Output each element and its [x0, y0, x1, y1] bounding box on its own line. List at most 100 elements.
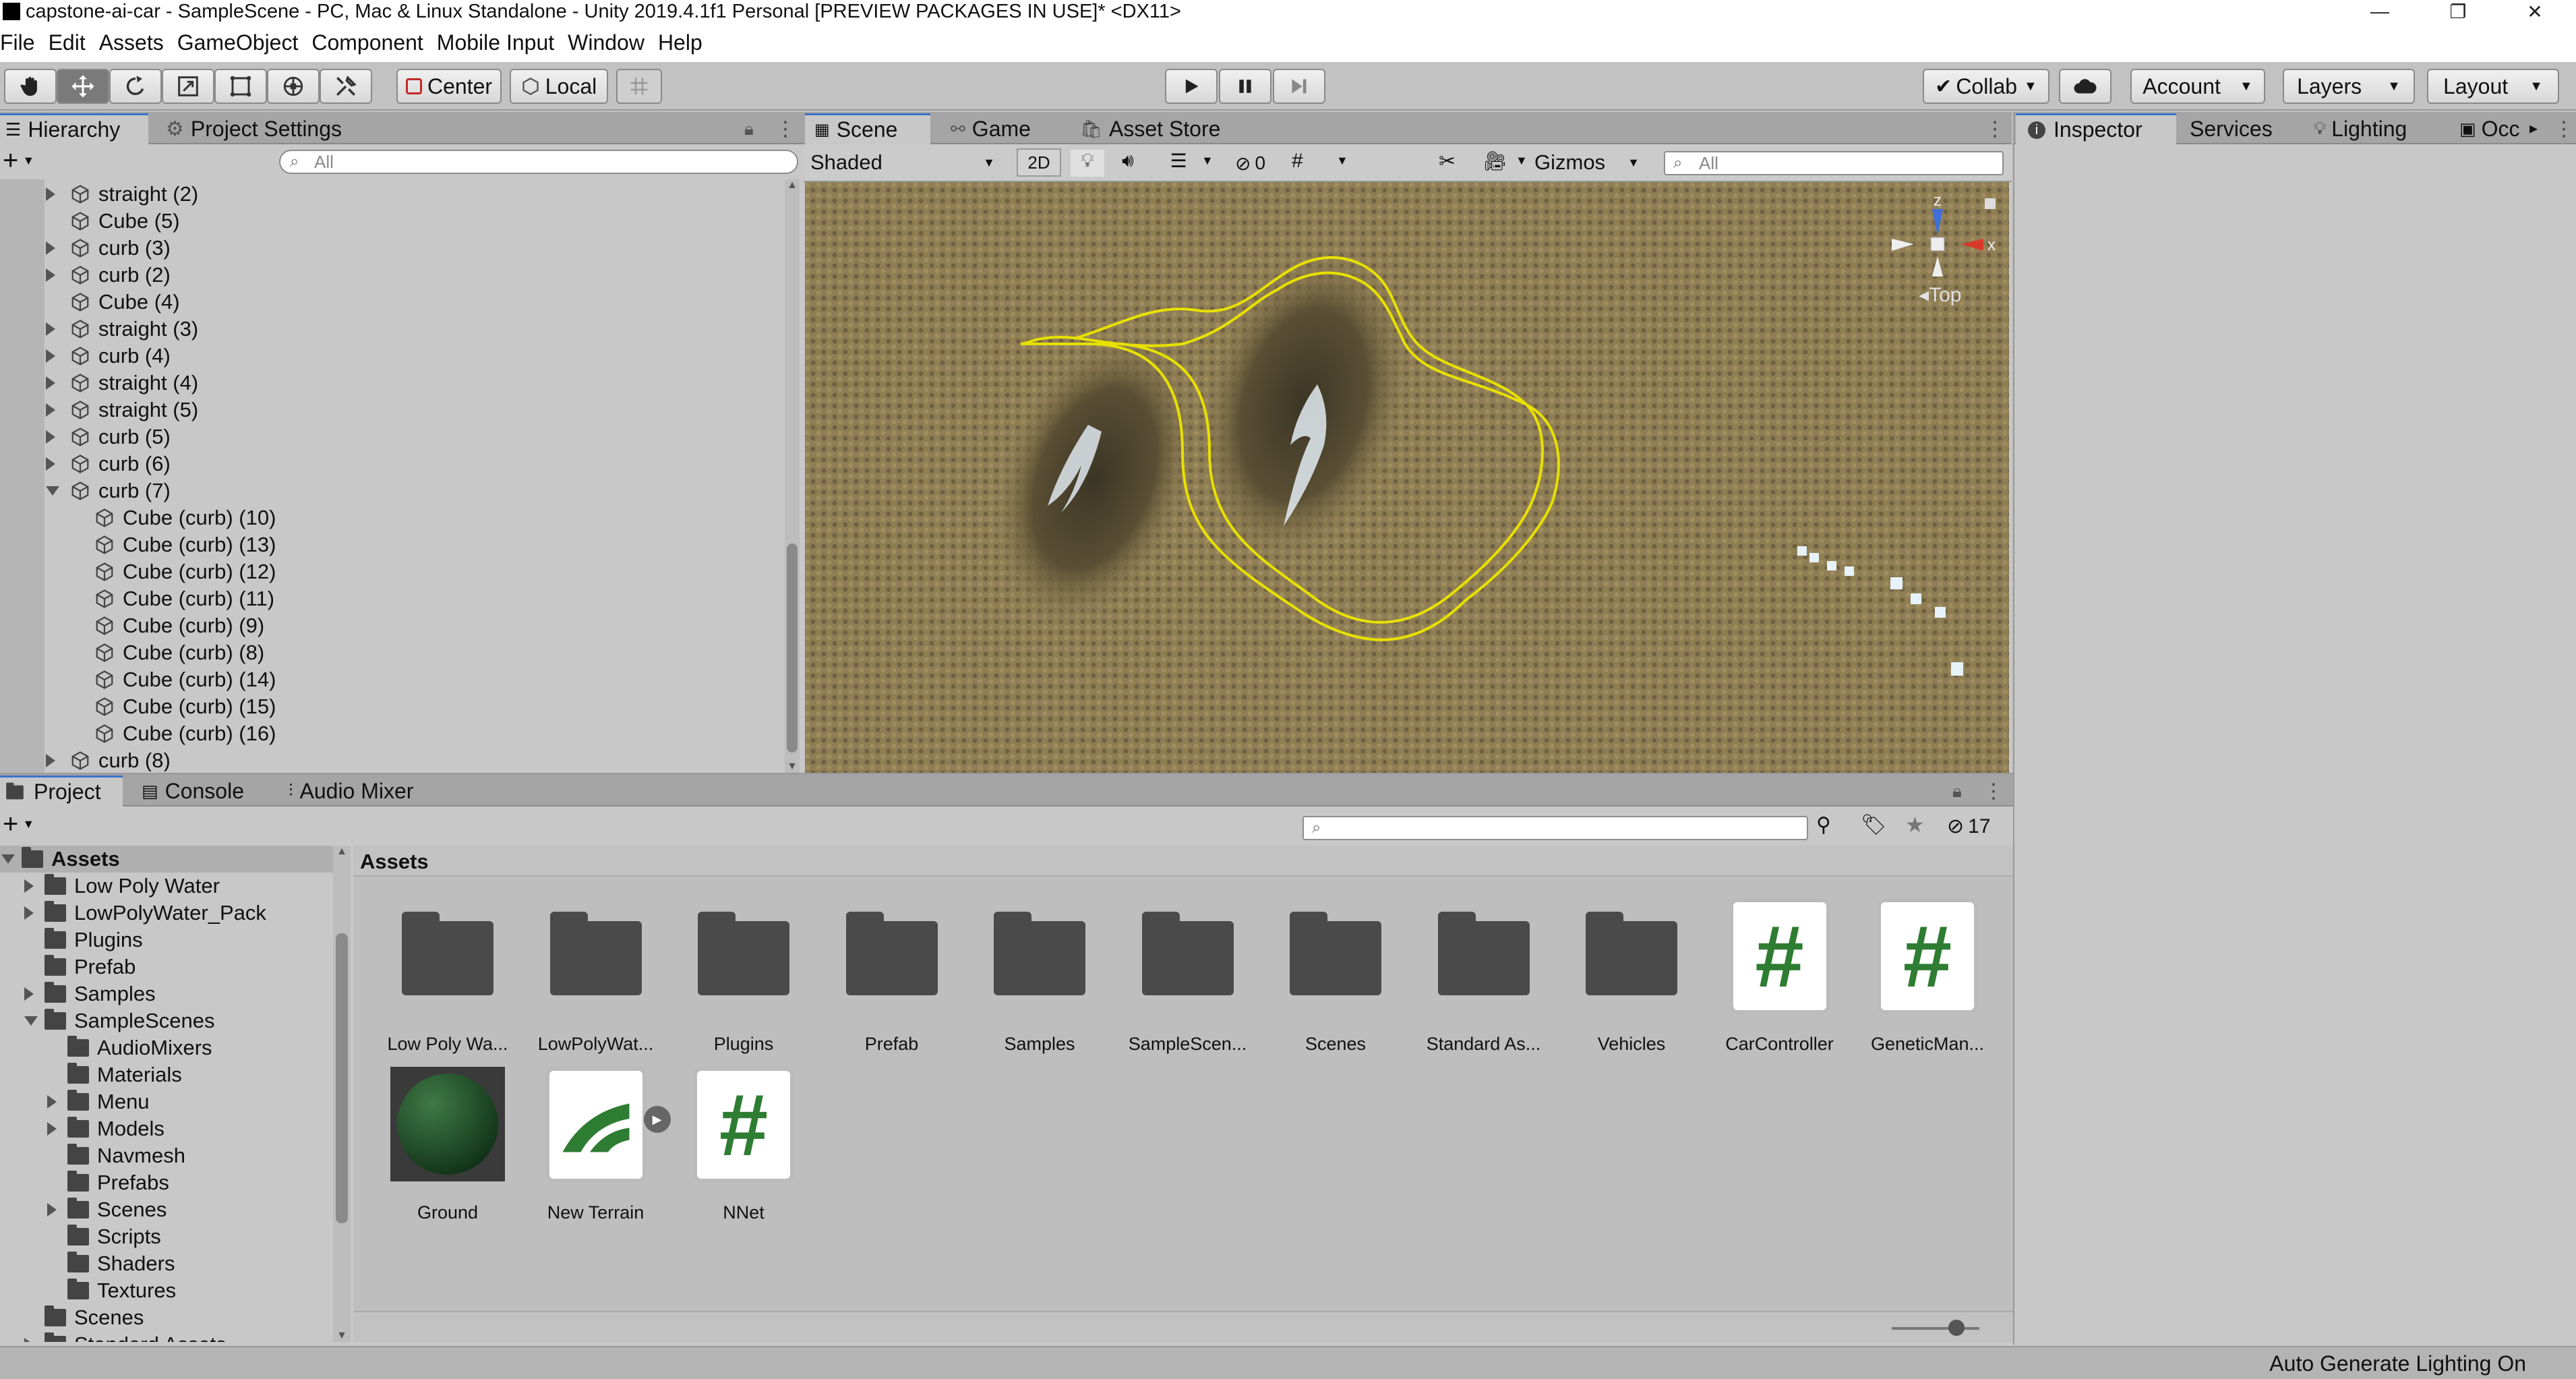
lock-icon[interactable]	[1985, 198, 1996, 209]
expanded-arrow-icon[interactable]	[46, 486, 59, 496]
project-tree-item[interactable]: Assets	[0, 846, 333, 873]
project-tree-scrollbar[interactable]: ▲ ▼	[333, 846, 351, 1342]
minimize-button[interactable]: —	[2360, 0, 2400, 23]
tools-icon[interactable]: ✂	[1439, 150, 1456, 173]
tab-occlusion[interactable]: ▣ Occ	[2459, 113, 2540, 144]
project-tree-item[interactable]: Scripts	[67, 1223, 161, 1250]
scroll-up-arrow-icon[interactable]: ▲	[333, 846, 351, 858]
collapsed-arrow-icon[interactable]	[24, 879, 34, 893]
scale-tool-button[interactable]	[162, 69, 214, 104]
asset-item[interactable]: Low Poly Wa...	[373, 893, 522, 1055]
tab-hierarchy[interactable]: ☰ Hierarchy	[0, 113, 148, 144]
menu-window[interactable]: Window	[568, 30, 645, 55]
tab-game[interactable]: ⚯ Game	[951, 113, 1031, 144]
asset-item[interactable]: Standard As...	[1410, 893, 1558, 1055]
hierarchy-item[interactable]: Cube (curb) (11)	[94, 585, 274, 612]
more-menu-icon[interactable]: ⋮	[775, 117, 796, 141]
tab-project-settings[interactable]: ⚙ Project Settings	[166, 113, 342, 144]
star-icon[interactable]: ★	[1905, 812, 1925, 838]
scrollbar-thumb[interactable]	[336, 933, 348, 1223]
collapsed-arrow-icon[interactable]	[46, 187, 55, 201]
hierarchy-item[interactable]: Cube (curb) (9)	[94, 612, 264, 639]
collapsed-arrow-icon[interactable]	[47, 1203, 57, 1216]
collapsed-arrow-icon[interactable]	[24, 987, 34, 1001]
more-menu-icon[interactable]: ⋮	[1985, 117, 2005, 141]
more-menu-icon[interactable]: ⋮	[2554, 117, 2574, 141]
collapsed-arrow-icon[interactable]	[24, 1338, 34, 1342]
scene-viewport[interactable]: z x ◂Top	[805, 182, 2009, 773]
collapsed-arrow-icon[interactable]	[46, 322, 55, 336]
tab-overflow-arrow-icon[interactable]: ▸	[2529, 119, 2538, 138]
collab-dropdown[interactable]: ✔ Collab ▼	[1923, 69, 2049, 104]
rotate-tool-button[interactable]	[109, 69, 162, 104]
scrollbar-thumb[interactable]	[787, 544, 798, 753]
hierarchy-item[interactable]: straight (2)	[46, 181, 198, 208]
asset-item[interactable]: # GeneticMan...	[1853, 893, 2002, 1055]
gizmos-dropdown[interactable]: Gizmos ▼	[1534, 147, 1642, 178]
chevron-down-icon[interactable]: ▼	[1336, 154, 1348, 168]
hierarchy-item[interactable]: Cube (curb) (14)	[94, 666, 276, 693]
hierarchy-item[interactable]: curb (3)	[46, 235, 171, 262]
collapsed-arrow-icon[interactable]	[46, 241, 55, 255]
hierarchy-item[interactable]: curb (5)	[46, 423, 171, 450]
play-preview-icon[interactable]: ▶	[643, 1106, 671, 1133]
asset-item[interactable]: Prefab	[818, 893, 966, 1055]
collapsed-arrow-icon[interactable]	[47, 1122, 57, 1136]
hierarchy-item[interactable]: Cube (curb) (8)	[94, 639, 264, 666]
hierarchy-search-input[interactable]: ⌕ All	[279, 150, 798, 174]
asset-item[interactable]: Samples	[965, 893, 1114, 1055]
project-add-button[interactable]: + ▼	[3, 809, 34, 839]
chevron-down-icon[interactable]: ▼	[1201, 154, 1214, 168]
collapsed-arrow-icon[interactable]	[24, 906, 34, 920]
restore-button[interactable]: ❐	[2438, 0, 2478, 23]
asset-item[interactable]: SampleScen...	[1114, 893, 1262, 1055]
close-button[interactable]: ✕	[2515, 0, 2555, 23]
project-tree-item[interactable]: Shaders	[67, 1250, 175, 1277]
asset-item[interactable]: # NNet	[669, 1061, 818, 1223]
scroll-down-arrow-icon[interactable]: ▼	[333, 1330, 351, 1342]
filter-by-type-icon[interactable]: ⚲	[1816, 813, 1831, 837]
hierarchy-item[interactable]: curb (4)	[46, 343, 171, 370]
hierarchy-item[interactable]: Cube (curb) (15)	[94, 693, 276, 720]
project-tree-item[interactable]: Standard Assets	[24, 1331, 227, 1342]
scroll-down-arrow-icon[interactable]: ▼	[785, 761, 800, 773]
project-tree-item[interactable]: Samples	[24, 980, 156, 1007]
scroll-up-arrow-icon[interactable]: ▲	[785, 179, 800, 192]
asset-item[interactable]: LowPolyWat...	[522, 893, 670, 1055]
project-tree-item[interactable]: Scenes	[44, 1304, 144, 1331]
hierarchy-scrollbar[interactable]: ▲ ▼	[785, 179, 800, 773]
tab-asset-store[interactable]: 🛍︎ Asset Store	[1080, 113, 1220, 144]
chevron-down-icon[interactable]: ▼	[1516, 154, 1528, 168]
transform-tool-button[interactable]	[267, 69, 320, 104]
project-tree-item[interactable]: Low Poly Water	[24, 873, 220, 900]
project-tree-item[interactable]: Prefabs	[67, 1169, 169, 1196]
tab-lighting[interactable]: 💡︎ Lighting	[2314, 113, 2407, 144]
hierarchy-item[interactable]: Cube (5)	[70, 208, 180, 235]
collapsed-arrow-icon[interactable]	[46, 349, 55, 363]
collapsed-arrow-icon[interactable]	[46, 457, 55, 471]
cloud-button[interactable]	[2059, 69, 2111, 104]
tab-scene[interactable]: ▦ Scene	[805, 113, 930, 144]
menu-mobile-input[interactable]: Mobile Input	[437, 30, 554, 55]
tab-audio-mixer[interactable]: ⫶ Audio Mixer	[289, 775, 413, 806]
scene-search-input[interactable]: ⌕ All	[1664, 151, 2004, 175]
pivot-center-button[interactable]: Center	[396, 69, 502, 104]
collapsed-arrow-icon[interactable]	[47, 1095, 57, 1109]
effects-icon[interactable]: ☰	[1162, 150, 1195, 177]
collapsed-arrow-icon[interactable]	[46, 376, 55, 390]
custom-tool-button[interactable]	[320, 69, 372, 104]
account-dropdown[interactable]: Account ▼	[2130, 69, 2265, 104]
collapsed-arrow-icon[interactable]	[46, 754, 55, 767]
project-tree-item[interactable]: Textures	[67, 1277, 176, 1304]
tab-services[interactable]: Services	[2190, 113, 2273, 144]
asset-item[interactable]: Ground	[373, 1061, 522, 1223]
move-tool-button[interactable]	[57, 69, 109, 104]
menu-component[interactable]: Component	[311, 30, 423, 55]
hidden-objects-toggle[interactable]: ⊘ 0	[1235, 150, 1265, 177]
project-tree-item[interactable]: Models	[47, 1115, 164, 1142]
collapsed-arrow-icon[interactable]	[46, 403, 55, 417]
menu-help[interactable]: Help	[658, 30, 702, 55]
project-tree-item[interactable]: Scenes	[47, 1196, 167, 1223]
hidden-packages-toggle[interactable]: ⊘ 17	[1947, 815, 1991, 838]
menu-edit[interactable]: Edit	[49, 30, 86, 55]
